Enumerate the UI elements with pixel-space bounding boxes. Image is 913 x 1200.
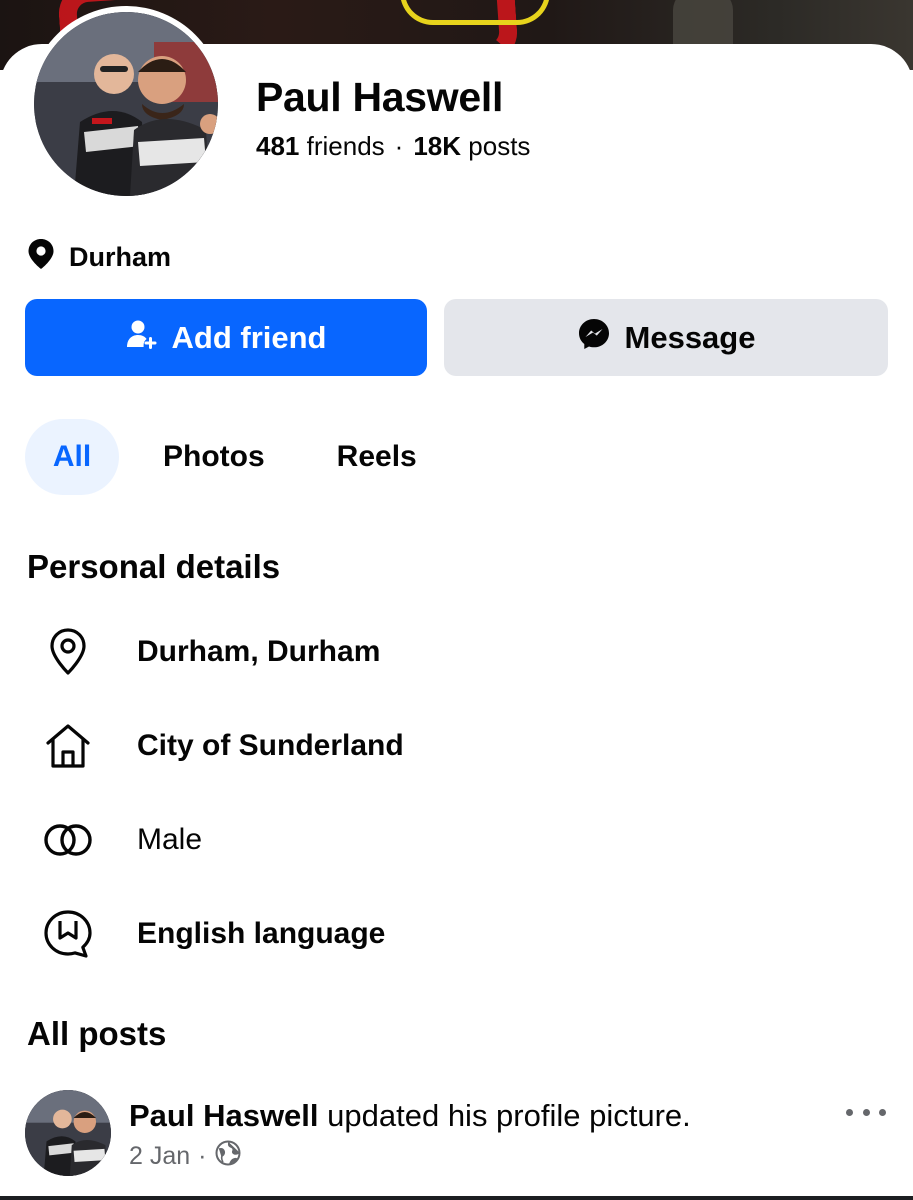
detail-hometown: City of Sunderland	[40, 716, 404, 776]
detail-language: English language	[40, 904, 385, 964]
detail-text: English language	[137, 917, 386, 950]
posts-label: posts	[468, 131, 531, 161]
post-action-text: updated his profile picture.	[318, 1098, 691, 1133]
profile-avatar[interactable]	[34, 12, 218, 196]
post-meta-separator: ·	[198, 1142, 207, 1170]
personal-details-title: Personal details	[27, 548, 281, 585]
post-headline: Paul Haswell updated his profile picture…	[129, 1098, 691, 1134]
more-options-icon[interactable]	[846, 1100, 886, 1124]
post-author-name[interactable]: Paul Haswell	[129, 1098, 319, 1133]
location-label: Durham	[69, 242, 172, 272]
message-label: Message	[624, 319, 756, 355]
detail-current-city: Durham, Durham	[40, 622, 380, 682]
detail-gender: Male	[40, 810, 202, 870]
detail-text: City of Sunderland	[137, 729, 404, 762]
add-person-icon	[126, 318, 172, 358]
friends-label[interactable]: friends	[307, 131, 385, 161]
gender-icon	[40, 812, 96, 868]
bottom-divider	[0, 1196, 913, 1200]
location-pin-icon	[27, 238, 69, 277]
message-button[interactable]: Message	[444, 299, 888, 376]
detail-text: Male	[137, 823, 203, 856]
messenger-icon	[577, 317, 625, 359]
stats-separator: ·	[394, 131, 404, 161]
home-icon	[40, 718, 96, 774]
post-author-avatar[interactable]	[25, 1090, 111, 1176]
all-posts-title: All posts	[27, 1015, 167, 1052]
post-meta: 2 Jan ·	[129, 1140, 241, 1173]
cover-yellow-graphic	[400, 0, 550, 25]
post-date[interactable]: 2 Jan	[129, 1142, 190, 1171]
add-friend-button[interactable]: Add friend	[25, 299, 427, 376]
tab-all[interactable]: All	[25, 419, 119, 495]
tab-photos[interactable]: Photos	[135, 419, 293, 495]
location-pin-icon	[40, 624, 96, 680]
tab-reels[interactable]: Reels	[309, 419, 445, 495]
add-friend-label: Add friend	[171, 319, 327, 355]
profile-stats: 481 friends · 18K posts	[256, 131, 530, 162]
post-avatar-illustration	[25, 1090, 111, 1176]
profile-name: Paul Haswell	[256, 74, 504, 120]
posts-count: 18K	[413, 131, 462, 161]
detail-text: Durham, Durham	[137, 635, 381, 668]
globe-icon[interactable]	[215, 1140, 241, 1173]
friends-count[interactable]: 481	[256, 131, 299, 161]
profile-photo-illustration	[34, 12, 218, 196]
intro-location: Durham	[27, 238, 171, 277]
language-icon	[40, 906, 96, 962]
profile-tabs: All Photos Reels	[25, 419, 445, 495]
